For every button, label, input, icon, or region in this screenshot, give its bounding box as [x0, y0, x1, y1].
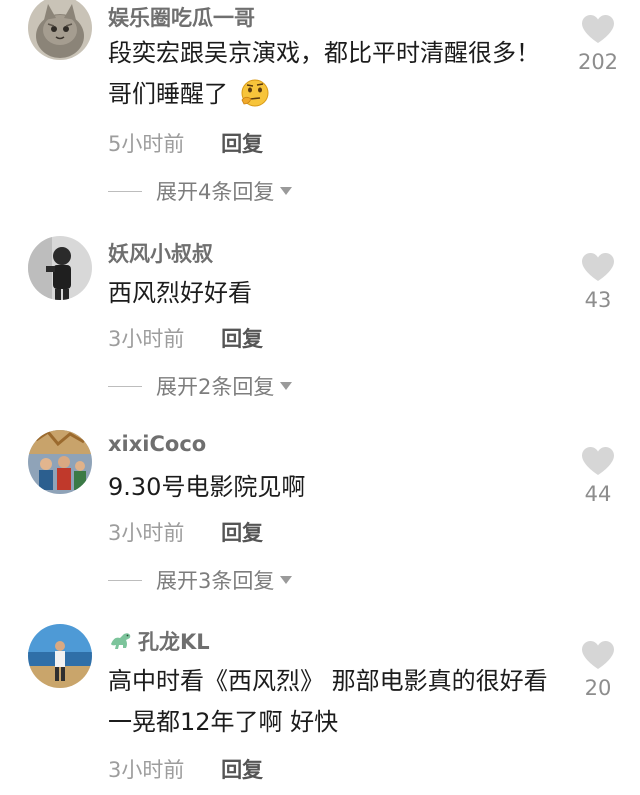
like-button[interactable]: 43 [572, 252, 624, 312]
comment-time: 3小时前 [108, 758, 185, 782]
expand-replies-label: 展开2条回复 [156, 375, 275, 399]
comment-text-content: 西风烈好好看 [108, 279, 252, 307]
reply-button[interactable]: 回复 [221, 327, 263, 351]
expand-replies-button[interactable]: 展开4条回复 [108, 176, 293, 206]
comment-username-text: 孔龙KL [138, 630, 210, 654]
comment-item: 妖风小叔叔 西风烈好好看 3小时前 回复 展开2条回复 43 [0, 232, 640, 412]
comment-username[interactable]: 妖风小叔叔 [108, 238, 213, 268]
heart-icon [582, 641, 614, 669]
like-button[interactable]: 44 [572, 446, 624, 506]
comment-time: 3小时前 [108, 521, 185, 545]
reply-button[interactable]: 回复 [221, 521, 263, 545]
thinking-face-emoji [238, 78, 272, 121]
reply-button[interactable]: 回复 [221, 132, 263, 156]
comment-meta: 5小时前 回复 [108, 128, 263, 158]
comment-text: 西风烈好好看 [108, 273, 553, 314]
avatar[interactable] [28, 0, 92, 60]
like-count: 43 [584, 288, 612, 312]
comment-text: 高中时看《西风烈》 那部电影真的很好看 一晃都12年了啊 好快 [108, 661, 553, 743]
comment-text-content: 高中时看《西风烈》 那部电影真的很好看 一晃都12年了啊 好快 [108, 667, 548, 736]
cat-avatar-image [28, 0, 92, 60]
dinosaur-badge-icon [108, 630, 134, 657]
divider-dash [108, 385, 142, 387]
expand-replies-button[interactable]: 展开2条回复 [108, 371, 293, 401]
like-count: 44 [584, 482, 612, 506]
comment-item: 孔龙KL 高中时看《西风烈》 那部电影真的很好看 一晃都12年了啊 好快 3小时… [0, 620, 640, 795]
avatar[interactable] [28, 430, 92, 494]
reply-button[interactable]: 回复 [221, 758, 263, 782]
expand-replies-label: 展开3条回复 [156, 569, 275, 593]
comment-username[interactable]: 娱乐圈吃瓜一哥 [108, 2, 255, 32]
group-photo-avatar-image [28, 430, 92, 494]
like-button[interactable]: 20 [572, 640, 624, 700]
comment-text: 9.30号电影院见啊 [108, 467, 553, 508]
divider-dash [108, 190, 142, 192]
comment-username[interactable]: 孔龙KL [108, 626, 210, 657]
like-button[interactable]: 202 [572, 14, 624, 74]
heart-icon [582, 447, 614, 475]
beach-avatar-image [28, 624, 92, 688]
divider-dash [108, 579, 142, 581]
avatar[interactable] [28, 236, 92, 300]
heart-icon [582, 15, 614, 43]
comment-item: 娱乐圈吃瓜一哥 段奕宏跟吴京演戏，都比平时清醒很多！哥们睡醒了 5小时前 回复 … [0, 0, 640, 210]
expand-replies-button[interactable]: 展开3条回复 [108, 565, 293, 595]
comment-meta: 3小时前 回复 [108, 754, 263, 784]
comment-time: 3小时前 [108, 327, 185, 351]
comment-text: 段奕宏跟吴京演戏，都比平时清醒很多！哥们睡醒了 [108, 33, 553, 121]
comment-text-content: 9.30号电影院见啊 [108, 473, 306, 501]
chevron-down-icon [280, 576, 293, 584]
comment-item: xixiCoco 9.30号电影院见啊 3小时前 回复 展开3条回复 44 [0, 426, 640, 606]
person-avatar-image [28, 236, 92, 300]
like-count: 202 [577, 50, 619, 74]
comment-meta: 3小时前 回复 [108, 323, 263, 353]
comment-meta: 3小时前 回复 [108, 517, 263, 547]
like-count: 20 [584, 676, 612, 700]
comment-time: 5小时前 [108, 132, 185, 156]
heart-icon [582, 253, 614, 281]
chevron-down-icon [280, 382, 293, 390]
comment-text-content: 段奕宏跟吴京演戏，都比平时清醒很多！哥们睡醒了 [108, 39, 540, 108]
avatar[interactable] [28, 624, 92, 688]
chevron-down-icon [280, 187, 293, 195]
comment-username[interactable]: xixiCoco [108, 432, 206, 456]
expand-replies-label: 展开4条回复 [156, 180, 275, 204]
